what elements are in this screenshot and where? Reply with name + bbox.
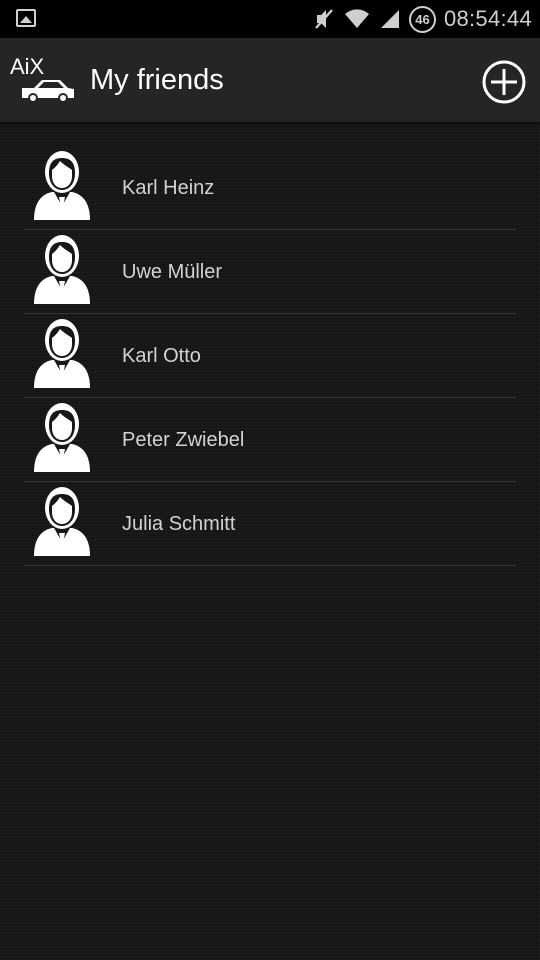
car-icon [22,80,74,103]
friends-list: Karl Heinz Uwe Müller Karl Otto Peter Zw… [24,146,516,566]
person-icon [32,318,92,388]
friend-row[interactable]: Uwe Müller [24,230,516,314]
status-bar: 46 08:54:44 [0,0,540,38]
friend-row[interactable]: Karl Otto [24,314,516,398]
friend-name: Peter Zwiebel [122,428,245,451]
person-icon [32,234,92,304]
friend-name: Julia Schmitt [122,512,236,535]
page-title: My friends [90,64,224,96]
add-friend-button[interactable] [481,59,527,105]
friend-row[interactable]: Peter Zwiebel [24,398,516,482]
mute-icon [313,7,335,31]
friend-row[interactable]: Julia Schmitt [24,482,516,566]
action-bar: AiX My friends [0,38,540,122]
app-logo-text: AiX [10,54,45,79]
friend-name: Karl Otto [122,344,201,367]
gallery-icon [16,9,36,27]
friend-name: Uwe Müller [122,260,223,283]
friend-name: Karl Heinz [122,176,215,199]
friend-row[interactable]: Karl Heinz [24,146,516,230]
screen: 46 08:54:44 AiX My friends Karl Heinz Uw… [0,0,540,960]
status-icons: 46 08:54:44 [313,0,532,38]
person-icon [32,402,92,472]
person-icon [32,486,92,556]
app-logo[interactable]: AiX [8,52,78,108]
signal-icon [379,8,401,30]
add-circle-icon [482,60,526,104]
wifi-icon [343,8,371,30]
person-icon [32,150,92,220]
status-time: 08:54:44 [443,6,532,31]
network-badge: 46 [408,5,436,33]
